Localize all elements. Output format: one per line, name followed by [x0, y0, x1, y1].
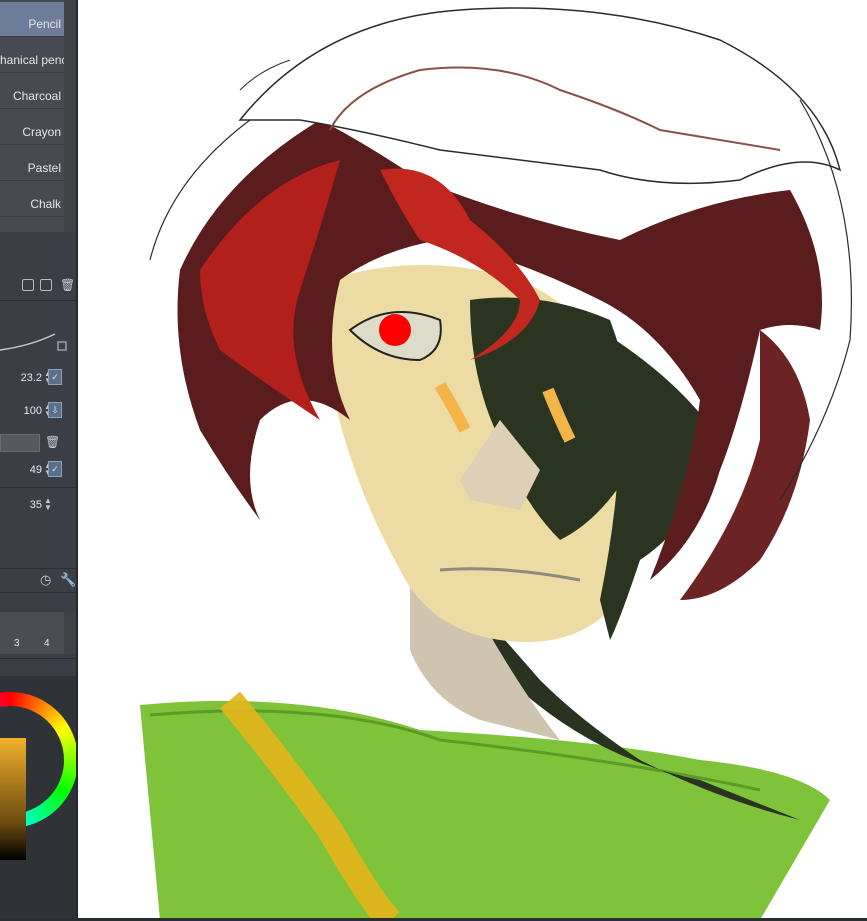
- sub-view-number[interactable]: 4: [44, 638, 50, 649]
- opacity-row: 100 ▲▼ ⇩: [0, 399, 76, 423]
- brush-size-row: 23.2 ▲▼ ✓: [0, 366, 76, 390]
- divider: [0, 592, 76, 593]
- tool-panel: Pencil hanical pencil Charcoal Crayon Pa…: [0, 0, 78, 921]
- sub-view-number[interactable]: 3: [14, 638, 20, 649]
- brush-size-value[interactable]: 23.2: [21, 372, 42, 384]
- divider: [0, 487, 76, 488]
- param-b-spinner[interactable]: ▲ ▼: [44, 497, 52, 512]
- timer-icon[interactable]: ◷: [40, 572, 51, 588]
- texture-field[interactable]: [0, 434, 40, 452]
- sub-tool-list: Pencil hanical pencil Charcoal Crayon Pa…: [0, 0, 73, 232]
- drawing-canvas[interactable]: [78, 0, 867, 921]
- sub-tool-charcoal[interactable]: Charcoal: [0, 74, 64, 109]
- sub-tool-chalk[interactable]: Chalk: [0, 182, 64, 217]
- opacity-value[interactable]: 100: [24, 405, 42, 417]
- param-a-toggle[interactable]: ✓: [48, 461, 62, 477]
- sub-tool-label: Charcoal: [12, 89, 61, 103]
- sub-tool-label: Pencil: [28, 17, 61, 31]
- duplicate-brush-icon[interactable]: [40, 279, 52, 291]
- saturation-value-square[interactable]: [0, 738, 26, 860]
- artwork: [140, 7, 853, 921]
- add-brush-icon[interactable]: [22, 279, 34, 291]
- brush-stroke-preview: [0, 333, 67, 351]
- trash-icon[interactable]: 🗑: [60, 278, 75, 292]
- divider: [0, 568, 76, 569]
- sub-view-scrollbar[interactable]: [64, 612, 76, 654]
- param-a-value[interactable]: 49: [30, 464, 42, 476]
- divider: [0, 658, 76, 659]
- opacity-dropdown-button[interactable]: ⇩: [48, 402, 62, 418]
- divider: [0, 300, 76, 301]
- sub-tool-label: Crayon: [22, 125, 61, 139]
- sub-tool-pastel[interactable]: Pastel: [0, 146, 64, 181]
- sub-tool-crayon[interactable]: Crayon: [0, 110, 64, 145]
- sub-tool-label: Pastel: [27, 161, 61, 175]
- brush-size-pressure-toggle[interactable]: ✓: [48, 369, 62, 385]
- param-b-row: 35 ▲ ▼: [0, 493, 76, 517]
- param-a-row: 49 ▲▼ ✓: [0, 458, 76, 482]
- sub-tool-mechanical-pencil[interactable]: hanical pencil: [0, 38, 73, 73]
- sub-tool-label: Chalk: [30, 197, 61, 211]
- param-b-value[interactable]: 35: [30, 499, 42, 511]
- trash-icon[interactable]: 🗑: [45, 435, 60, 449]
- sub-tool-scrollbar[interactable]: [64, 0, 76, 232]
- wrench-icon[interactable]: 🔧: [60, 572, 76, 588]
- sub-tool-label: hanical pencil: [0, 53, 73, 67]
- sub-view-strip: 3 4: [0, 612, 64, 654]
- sub-tool-pencil[interactable]: Pencil: [0, 2, 64, 37]
- sub-tool-actions: 🗑: [0, 276, 76, 296]
